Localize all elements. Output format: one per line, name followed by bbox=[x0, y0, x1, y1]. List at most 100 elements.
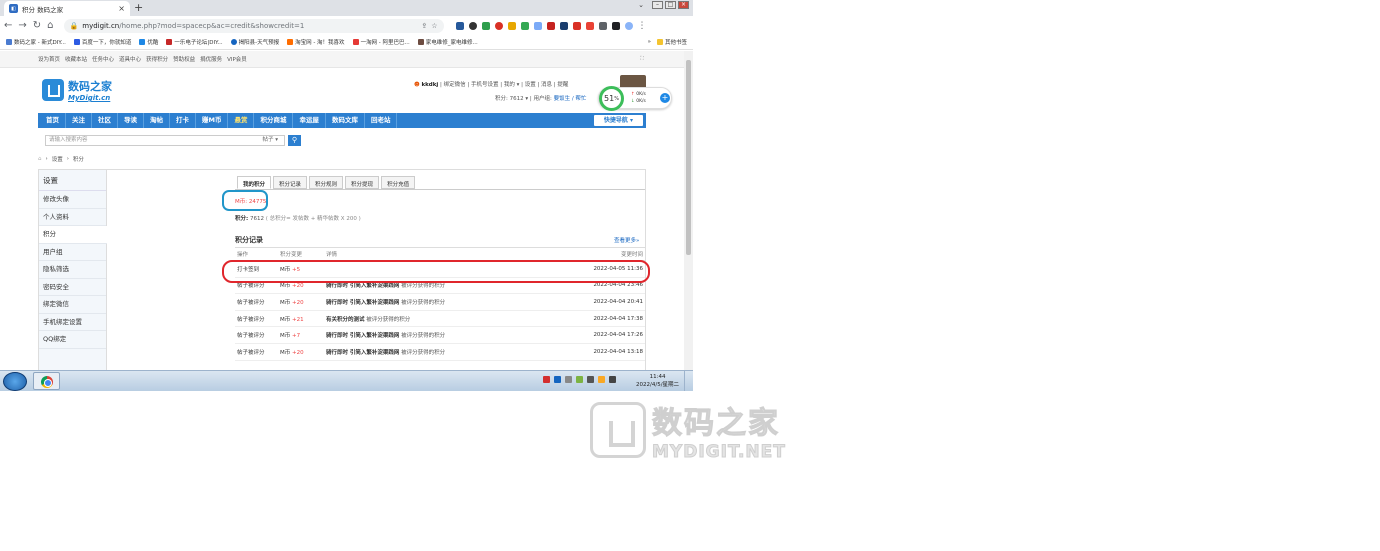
extension-icon[interactable] bbox=[559, 21, 568, 30]
bookmark-item[interactable]: 揭阳县-天气预报 bbox=[230, 38, 279, 46]
sidebar-item-profile[interactable]: 个人资料 bbox=[39, 209, 106, 226]
extension-icon[interactable] bbox=[585, 21, 594, 30]
breadcrumb-item[interactable]: 设置 bbox=[52, 155, 63, 163]
sidebar-item-wechat[interactable]: 绑定微信 bbox=[39, 296, 106, 314]
tray-icon[interactable] bbox=[543, 376, 550, 383]
topbar-link[interactable]: 获得积分 bbox=[146, 55, 168, 63]
close-window-button[interactable]: × bbox=[678, 1, 689, 9]
tab-my-credit[interactable]: 我的积分 bbox=[237, 176, 272, 189]
sidebar-item-usergroup[interactable]: 用户组 bbox=[39, 244, 106, 261]
browser-tab[interactable]: ◧ 积分 数码之家 × bbox=[4, 1, 130, 16]
nav-item[interactable]: 打卡 bbox=[170, 113, 196, 128]
maximize-button[interactable]: □ bbox=[665, 1, 676, 9]
nav-item[interactable]: 首页 bbox=[40, 113, 66, 128]
nav-item[interactable]: 赚M币 bbox=[196, 113, 229, 128]
nav-item[interactable]: 数码文库 bbox=[326, 113, 365, 128]
tray-icon[interactable] bbox=[598, 376, 605, 383]
bookmark-item[interactable]: 百度一下，你就知道 bbox=[73, 38, 131, 46]
star-icon[interactable]: ☆ bbox=[431, 22, 437, 30]
extension-icon[interactable] bbox=[572, 21, 581, 30]
group-value[interactable]: 要饭生 / 帮忙 bbox=[554, 96, 587, 102]
tab-search-icon[interactable]: ⌄ bbox=[638, 1, 644, 9]
sidebar-item-qq[interactable]: QQ绑定 bbox=[39, 331, 106, 349]
row-title-link[interactable]: 骑行即时 引简入繁补淀渠践网 bbox=[326, 300, 399, 306]
nav-item[interactable]: 回老站 bbox=[365, 113, 398, 128]
sidebar-icon[interactable] bbox=[611, 21, 620, 30]
bookmark-item[interactable]: 优酷 bbox=[139, 38, 158, 46]
sidebar-item-privacy[interactable]: 隐私筛选 bbox=[39, 261, 106, 279]
row-title-link[interactable]: 骑行即时 引简入繁补淀渠践网 bbox=[326, 333, 399, 339]
extension-icon[interactable] bbox=[494, 21, 503, 30]
nav-item[interactable]: 导读 bbox=[118, 113, 144, 128]
taskbar-chrome-button[interactable] bbox=[33, 372, 60, 390]
sidebar-item-password[interactable]: 密码安全 bbox=[39, 279, 106, 296]
tray-icon[interactable] bbox=[565, 376, 572, 383]
topbar-link[interactable]: 道具中心 bbox=[119, 55, 141, 63]
extension-icon[interactable] bbox=[533, 21, 542, 30]
tab-credit-recharge[interactable]: 积分充值 bbox=[381, 176, 416, 189]
new-tab-button[interactable]: + bbox=[134, 1, 143, 14]
tray-icon[interactable] bbox=[576, 376, 583, 383]
topbar-link[interactable]: 任务中心 bbox=[92, 55, 114, 63]
quick-nav-button[interactable]: 快捷导航 ▾ bbox=[593, 115, 643, 126]
bookmark-item[interactable]: 一乐电子论坛|DIY... bbox=[166, 38, 223, 46]
back-icon[interactable]: ← bbox=[4, 20, 12, 31]
row-title-link[interactable]: 有关积分的测试 bbox=[326, 317, 365, 323]
see-more-link[interactable]: 查看更多» bbox=[614, 236, 639, 244]
tab-credit-withdraw[interactable]: 积分提现 bbox=[345, 176, 380, 189]
expand-icon[interactable]: ⛶ bbox=[640, 56, 644, 63]
home-icon[interactable]: ⌂ bbox=[47, 20, 53, 31]
share-icon[interactable]: ⇪ bbox=[421, 22, 427, 30]
sidebar-item-avatar[interactable]: 修改头像 bbox=[39, 191, 106, 209]
volume-icon[interactable] bbox=[587, 376, 594, 383]
network-speed-widget[interactable]: 51% ↑ 0K/s ↓ 0K/s + bbox=[598, 86, 672, 111]
extension-icon[interactable] bbox=[546, 21, 555, 30]
close-tab-icon[interactable]: × bbox=[118, 4, 125, 13]
extension-icon[interactable] bbox=[507, 21, 516, 30]
extension-icon[interactable] bbox=[481, 21, 490, 30]
search-button[interactable]: ⚲ bbox=[288, 135, 301, 146]
network-icon[interactable] bbox=[609, 376, 616, 383]
topbar-link[interactable]: 收藏本站 bbox=[65, 55, 87, 63]
plus-icon[interactable]: + bbox=[660, 93, 670, 103]
topbar-link[interactable]: 设为首页 bbox=[38, 55, 60, 63]
row-title-link[interactable]: 骑行即时 引简入繁补淀渠践网 bbox=[326, 283, 399, 289]
home-icon[interactable]: ⌂ bbox=[38, 156, 42, 162]
extension-icon[interactable] bbox=[468, 21, 477, 30]
nav-item[interactable]: 社区 bbox=[92, 113, 118, 128]
site-logo[interactable]: 数码之家 MyDigit.cn bbox=[42, 78, 112, 102]
bookmark-item[interactable]: 家电维修_家电维修... bbox=[417, 38, 478, 46]
url-field[interactable]: 🔒 mydigit.cn/home.php?mod=spacecp&ac=cre… bbox=[63, 18, 444, 33]
topbar-link[interactable]: 捐优服务 bbox=[200, 55, 222, 63]
bookmark-item[interactable]: 一淘网 - 阿里巴巴... bbox=[352, 38, 410, 46]
credit-menu[interactable]: 积分: 7612 ▾ bbox=[495, 96, 528, 102]
search-type-select[interactable]: 帖子 ▾ bbox=[262, 136, 278, 145]
nav-item[interactable]: 幸运屋 bbox=[293, 113, 326, 128]
nav-item[interactable]: 积分商城 bbox=[254, 113, 294, 128]
nav-item[interactable]: 关注 bbox=[66, 113, 92, 128]
tab-credit-rules[interactable]: 积分规则 bbox=[309, 176, 344, 189]
sidebar-item-credit[interactable]: 积分 bbox=[39, 226, 107, 244]
user-menu-links[interactable]: | 绑定微信 | 手机号设置 | 我的 ▾ | 设置 | 消息 | 提醒 bbox=[440, 82, 568, 88]
start-button[interactable] bbox=[3, 372, 27, 391]
profile-icon[interactable] bbox=[624, 21, 633, 30]
extension-icon[interactable] bbox=[455, 21, 464, 30]
row-title-link[interactable]: 骑行即时 引简入繁补淀渠践网 bbox=[326, 350, 399, 356]
topbar-link[interactable]: 赞助权益 bbox=[173, 55, 195, 63]
taskbar-clock[interactable]: 11:44 2022/4/5/星期二 bbox=[636, 373, 679, 389]
menu-icon[interactable]: ⋮ bbox=[638, 21, 647, 31]
nav-item[interactable]: 淘帖 bbox=[144, 113, 170, 128]
minimize-button[interactable]: – bbox=[652, 1, 663, 9]
tray-icon[interactable] bbox=[554, 376, 561, 383]
search-input[interactable]: 请输入搜索内容 帖子 ▾ bbox=[45, 135, 285, 146]
nav-item-hot[interactable]: 悬赏 bbox=[228, 113, 255, 128]
topbar-link[interactable]: VIP会员 bbox=[227, 55, 247, 63]
reload-icon[interactable]: ↻ bbox=[33, 20, 41, 31]
bookmark-item[interactable]: 淘宝网 - 淘！我喜欢 bbox=[287, 38, 345, 46]
show-desktop-button[interactable] bbox=[684, 371, 693, 391]
scrollbar-thumb[interactable] bbox=[686, 60, 691, 255]
bookmark-item[interactable]: 数码之家 - 新式DIY... bbox=[6, 38, 66, 46]
extension-icon[interactable] bbox=[520, 21, 529, 30]
forward-icon[interactable]: → bbox=[18, 20, 26, 31]
puzzle-icon[interactable] bbox=[598, 21, 607, 30]
